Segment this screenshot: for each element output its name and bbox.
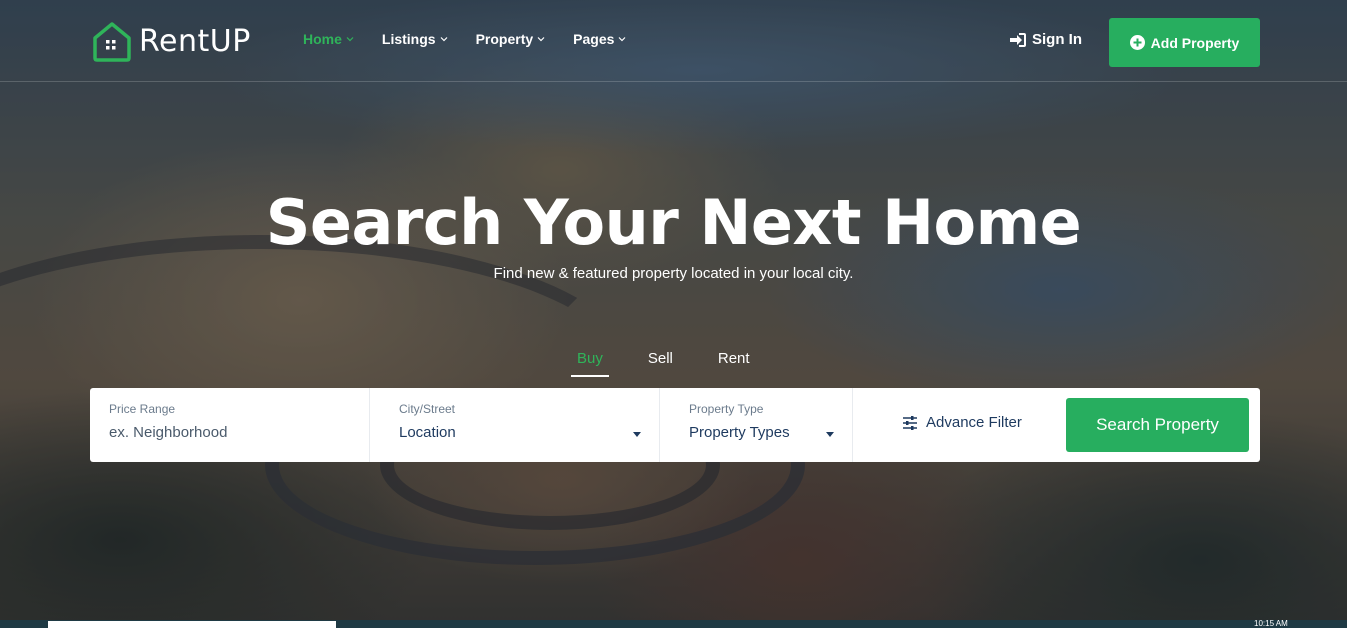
sign-in-icon — [1010, 32, 1026, 47]
city-street-field[interactable]: City/Street Location — [370, 388, 660, 462]
caret-down-icon — [826, 432, 834, 437]
hero-background — [0, 0, 1347, 628]
add-property-button[interactable]: Add Property — [1109, 18, 1260, 67]
main-nav: Home Listings Property Pages — [303, 31, 626, 47]
property-type-field[interactable]: Property Type Property Types — [660, 388, 853, 462]
listing-type-tabs: Buy Sell Rent — [571, 350, 789, 377]
advance-filter-button[interactable]: Advance Filter — [902, 414, 1022, 431]
caret-down-icon — [633, 432, 641, 437]
price-range-input[interactable]: ex. Neighborhood — [109, 424, 369, 441]
sign-in-label: Sign In — [1032, 31, 1082, 48]
hero-title: Search Your Next Home — [265, 186, 1082, 259]
nav-item-label: Pages — [573, 31, 615, 47]
plus-circle-icon — [1129, 35, 1145, 50]
chevron-down-icon — [618, 37, 626, 42]
sign-in-link[interactable]: Sign In — [1010, 31, 1082, 48]
nav-item-pages[interactable]: Pages — [573, 31, 626, 47]
property-search-form: Price Range ex. Neighborhood City/Street… — [90, 388, 1260, 462]
brand-logo[interactable]: RentUP — [91, 20, 251, 62]
taskbar-search[interactable] — [48, 621, 336, 628]
tab-buy[interactable]: Buy — [571, 350, 609, 377]
add-property-label: Add Property — [1150, 34, 1240, 51]
price-range-field[interactable]: Price Range ex. Neighborhood — [90, 388, 370, 462]
tab-rent[interactable]: Rent — [712, 350, 756, 377]
chevron-down-icon — [440, 37, 448, 42]
nav-item-home[interactable]: Home — [303, 31, 354, 47]
city-street-label: City/Street — [399, 402, 456, 416]
top-navbar: RentUP Home Listings Property Pages Sign… — [0, 0, 1347, 82]
chevron-down-icon — [346, 37, 354, 42]
nav-item-label: Property — [475, 31, 534, 47]
brand-name: RentUP — [139, 23, 251, 59]
location-select[interactable]: Location — [399, 424, 659, 441]
nav-item-label: Listings — [381, 31, 436, 47]
tab-sell[interactable]: Sell — [642, 350, 679, 377]
house-icon — [93, 22, 131, 62]
sliders-icon — [903, 415, 917, 430]
hero-subtitle: Find new & featured property located in … — [493, 265, 854, 282]
taskbar-clock: 10:15 AM — [1254, 619, 1288, 628]
hero-overlay — [0, 0, 1347, 628]
search-property-button[interactable]: Search Property — [1066, 398, 1249, 452]
advance-filter-label: Advance Filter — [926, 414, 1022, 431]
property-type-label: Property Type — [689, 402, 764, 416]
chevron-down-icon — [537, 37, 545, 42]
nav-item-listings[interactable]: Listings — [382, 31, 448, 47]
nav-item-label: Home — [303, 31, 342, 47]
nav-item-property[interactable]: Property — [476, 31, 546, 47]
price-range-label: Price Range — [109, 402, 176, 416]
